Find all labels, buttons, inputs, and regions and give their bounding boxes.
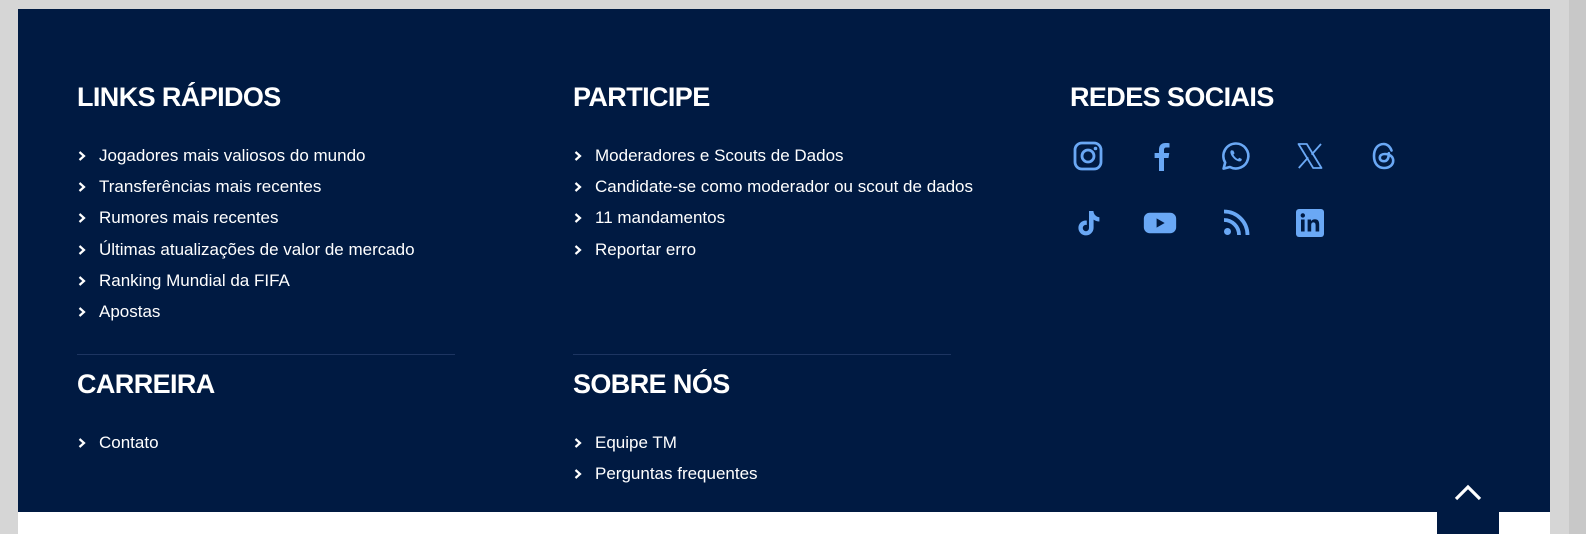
- chevron-right-icon: [77, 437, 99, 448]
- chevron-up-icon: [1454, 484, 1482, 501]
- section-divider: [573, 354, 951, 355]
- x-icon[interactable]: [1293, 139, 1327, 173]
- participate-link-item[interactable]: Candidate-se como moderador ou scout de …: [573, 171, 973, 202]
- quick-link-label: Rumores mais recentes: [99, 208, 279, 228]
- rss-icon[interactable]: [1219, 206, 1253, 240]
- chevron-right-icon: [77, 182, 99, 192]
- quick-link-item[interactable]: Transferências mais recentes: [77, 171, 415, 202]
- chevron-right-icon: [77, 307, 99, 317]
- facebook-icon[interactable]: [1145, 139, 1179, 173]
- chevron-right-icon: [573, 469, 595, 479]
- chevron-right-icon: [77, 244, 99, 255]
- scrollbar[interactable]: [1569, 0, 1586, 534]
- chevron-right-icon: [573, 150, 595, 161]
- participate-link-label: Reportar erro: [595, 239, 697, 259]
- quick-link-item[interactable]: Jogadores mais valiosos do mundo: [77, 140, 415, 171]
- tiktok-icon[interactable]: [1071, 206, 1105, 240]
- chevron-right-icon: [77, 150, 99, 161]
- participate-link-item[interactable]: 11 mandamentos: [573, 203, 973, 234]
- career-link-label: Contato: [99, 432, 159, 452]
- page-background-left: [0, 0, 18, 534]
- about-heading: SOBRE NÓS: [573, 369, 730, 399]
- quick-link-item[interactable]: Ranking Mundial da FIFA: [77, 265, 415, 296]
- quick-link-label: Jogadores mais valiosos do mundo: [99, 145, 366, 165]
- quick-link-item[interactable]: Últimas atualizações de valor de mercado: [77, 234, 415, 265]
- chevron-right-icon: [573, 182, 595, 192]
- about-link-label: Perguntas frequentes: [595, 463, 758, 483]
- quick-link-item[interactable]: Rumores mais recentes: [77, 203, 415, 234]
- chevron-right-icon: [573, 244, 595, 255]
- instagram-icon[interactable]: [1071, 139, 1105, 173]
- chevron-right-icon: [77, 276, 99, 286]
- threads-icon[interactable]: [1367, 139, 1401, 173]
- participate-link-label: Moderadores e Scouts de Dados: [595, 145, 844, 165]
- career-link-item[interactable]: Contato: [77, 427, 159, 458]
- participate-link-item[interactable]: Reportar erro: [573, 234, 973, 265]
- participate-link-label: Candidate-se como moderador ou scout de …: [595, 176, 974, 196]
- participate-link-label: 11 mandamentos: [595, 208, 726, 228]
- career-heading: CARREIRA: [77, 369, 215, 399]
- quick-links-list: Jogadores mais valiosos do mundo Transfe…: [77, 140, 415, 328]
- about-list: Equipe TM Perguntas frequentes: [573, 427, 758, 490]
- participate-link-item[interactable]: Moderadores e Scouts de Dados: [573, 140, 973, 171]
- section-divider: [77, 354, 455, 355]
- about-link-item[interactable]: Equipe TM: [573, 427, 758, 458]
- about-link-item[interactable]: Perguntas frequentes: [573, 458, 758, 489]
- page-background-top: [0, 0, 1586, 9]
- chevron-right-icon: [77, 213, 99, 224]
- about-link-label: Equipe TM: [595, 432, 677, 452]
- whatsapp-icon[interactable]: [1219, 139, 1253, 173]
- back-to-top-button[interactable]: [1437, 470, 1499, 534]
- chevron-right-icon: [573, 213, 595, 224]
- quick-link-item[interactable]: Apostas: [77, 296, 415, 327]
- site-footer: LINKS RÁPIDOS Jogadores mais valiosos do…: [18, 9, 1550, 512]
- career-list: Contato: [77, 427, 159, 458]
- youtube-icon[interactable]: [1143, 206, 1177, 240]
- quick-link-label: Apostas: [99, 302, 161, 322]
- participate-heading: PARTICIPE: [573, 82, 710, 112]
- quick-link-label: Transferências mais recentes: [99, 176, 322, 196]
- quick-link-label: Ranking Mundial da FIFA: [99, 270, 290, 290]
- quick-links-heading: LINKS RÁPIDOS: [77, 82, 281, 112]
- social-heading: REDES SOCIAIS: [1070, 82, 1274, 112]
- participate-list: Moderadores e Scouts de Dados Candidate-…: [573, 140, 973, 265]
- linkedin-icon[interactable]: [1293, 206, 1327, 240]
- quick-link-label: Últimas atualizações de valor de mercado: [99, 239, 415, 259]
- chevron-right-icon: [573, 437, 595, 448]
